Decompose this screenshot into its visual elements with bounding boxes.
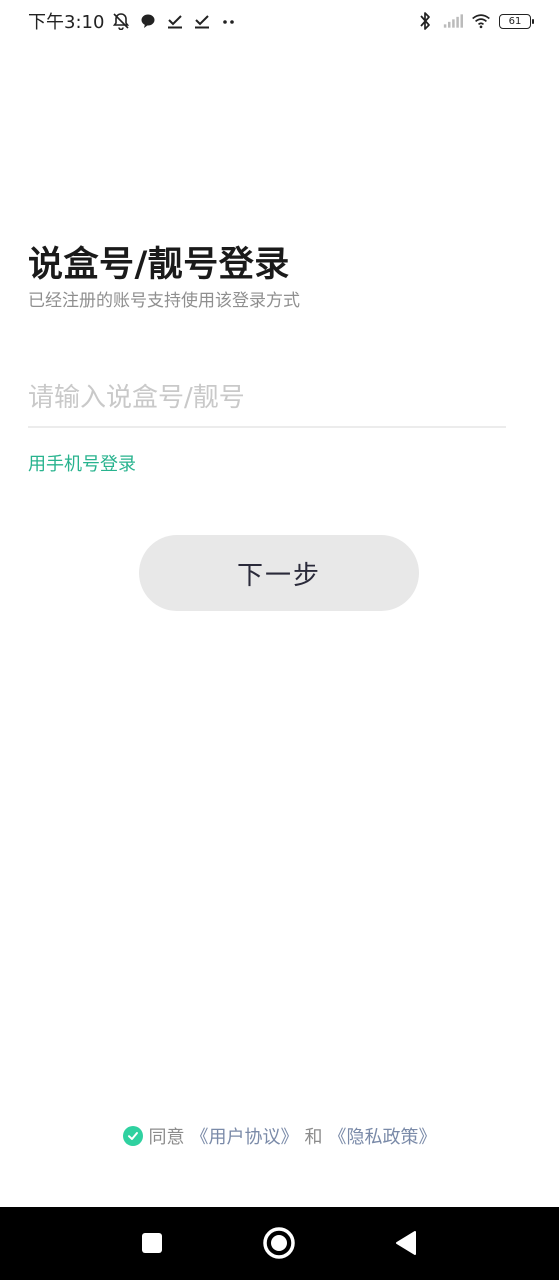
task-check-icon: [165, 11, 185, 31]
agreement-checkbox[interactable]: [122, 1126, 143, 1146]
more-notifications-icon: [219, 11, 239, 31]
battery-icon: 61: [499, 13, 534, 29]
chat-bubble-icon: [138, 11, 158, 31]
recents-button[interactable]: [134, 1225, 170, 1261]
agreement-row: 同意 《用户协议》 和 《隐私政策》: [0, 1122, 559, 1150]
page-subtitle: 已经注册的账号支持使用该登录方式: [28, 291, 300, 311]
home-button[interactable]: [261, 1225, 297, 1261]
next-button[interactable]: 下一步: [139, 535, 419, 611]
account-input[interactable]: [28, 372, 506, 424]
status-bar-left: 下午3:10: [28, 8, 239, 34]
phone-login-link[interactable]: 用手机号登录: [28, 450, 136, 476]
task-check-icon-2: [192, 11, 212, 31]
page-title: 说盒号/靓号登录: [28, 245, 290, 285]
mute-bell-icon: [111, 11, 131, 31]
agreement-prefix: 同意: [148, 1127, 185, 1148]
status-bar-right: 61: [415, 11, 534, 31]
account-input-container: [28, 372, 506, 428]
system-nav-bar: [0, 1207, 559, 1280]
check-icon: [127, 1132, 138, 1140]
square-icon: [142, 1233, 162, 1253]
status-time: 下午3:10: [28, 12, 105, 33]
login-screen: 下午3:10 61 说盒号/靓号登录 已经注册的账号支持使用该登录方式 请输入说…: [0, 0, 559, 1280]
wifi-icon: [471, 11, 491, 31]
back-button[interactable]: [388, 1225, 424, 1261]
agreement-and: 和: [304, 1127, 323, 1148]
bluetooth-icon: [415, 11, 435, 31]
status-bar: 下午3:10 61: [0, 0, 559, 42]
signal-icon: [443, 11, 463, 31]
triangle-back-icon: [396, 1231, 416, 1255]
privacy-policy-link[interactable]: 《隐私政策》: [329, 1123, 437, 1149]
circle-icon: [263, 1227, 295, 1259]
user-agreement-link[interactable]: 《用户协议》: [191, 1123, 299, 1149]
